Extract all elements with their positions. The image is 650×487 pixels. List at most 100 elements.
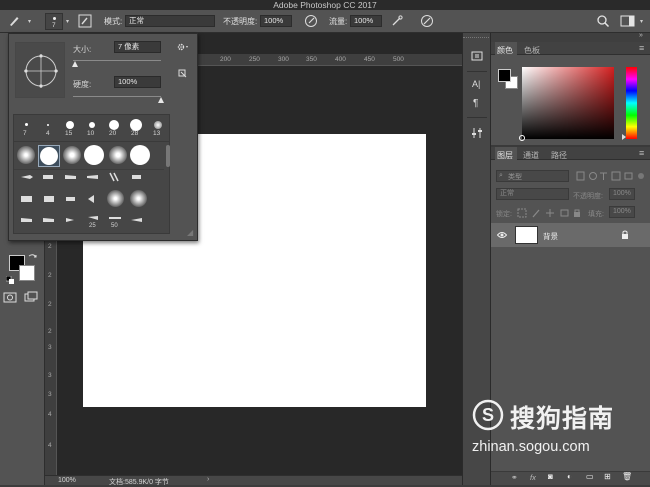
adjustments-icon[interactable] <box>471 127 483 139</box>
brush-preset-tile[interactable] <box>20 195 34 203</box>
hue-slider[interactable] <box>626 67 637 139</box>
new-preset-icon[interactable] <box>178 69 187 78</box>
airbrush-icon[interactable] <box>390 14 404 28</box>
brush-preset-tile[interactable]: 7 <box>16 117 36 139</box>
brush-preset-tile[interactable]: 20 <box>104 117 124 139</box>
quick-mask-icon[interactable] <box>3 292 17 303</box>
brush-preset-tile[interactable]: 13 <box>148 117 168 139</box>
brush-preset-tile[interactable] <box>20 216 34 224</box>
size-slider-thumb[interactable] <box>71 61 78 67</box>
ruler-tick-label: 3 <box>48 372 52 379</box>
brush-preset-tile[interactable]: 25 <box>86 214 102 234</box>
brush-preset-tile[interactable] <box>130 145 152 167</box>
workspace-icon[interactable] <box>620 14 638 28</box>
brush-tool-icon[interactable] <box>7 14 21 28</box>
adjustment-layer-icon[interactable]: ◐ <box>567 472 572 481</box>
brush-preset-tile[interactable] <box>84 145 106 167</box>
brush-panel-toggle-icon[interactable] <box>78 14 92 28</box>
brush-preset-tile[interactable] <box>64 195 78 203</box>
brush-preset-tile[interactable] <box>130 216 144 224</box>
color-picker-field[interactable] <box>522 67 614 139</box>
brush-preset-tile[interactable] <box>86 173 100 181</box>
document-info[interactable]: 文档:585.9K/0 字节 <box>109 477 169 487</box>
brush-preset-tile[interactable]: 4 <box>38 117 58 139</box>
screen-mode-icon[interactable] <box>24 291 38 303</box>
lock-icon <box>622 230 628 239</box>
tab-swatches[interactable]: 色板 <box>524 45 540 56</box>
trash-icon[interactable]: 🗑 <box>622 472 632 481</box>
pressure-opacity-icon[interactable] <box>304 14 318 28</box>
brush-preset-picker[interactable]: 7 <box>45 13 63 30</box>
tab-layers[interactable]: 图层 <box>497 150 513 161</box>
layer-style-icon[interactable]: fx <box>530 473 536 482</box>
mode-select[interactable]: 正常 <box>125 15 215 27</box>
brush-preset-tile[interactable] <box>64 216 78 224</box>
hardness-slider-thumb[interactable] <box>158 97 164 103</box>
tab-paths[interactable]: 路径 <box>551 150 567 161</box>
hardness-slider-track[interactable] <box>73 96 161 97</box>
collapse-panels-icon[interactable]: » <box>639 32 643 39</box>
brush-preset-tile[interactable] <box>106 189 126 209</box>
brush-preset-tile[interactable] <box>129 189 149 209</box>
add-mask-icon[interactable]: ◙ <box>548 472 553 481</box>
tab-channels[interactable]: 通道 <box>523 150 539 161</box>
brush-preset-tile[interactable] <box>108 145 128 167</box>
layer-row[interactable]: 背景 <box>491 223 650 247</box>
paragraph-icon[interactable]: ¶ <box>473 98 478 109</box>
brush-preset-tile[interactable] <box>130 173 144 181</box>
brush-angle-preview[interactable] <box>15 42 65 98</box>
brush-preset-tile[interactable]: 28 <box>126 117 146 139</box>
default-colors-icon[interactable] <box>6 276 14 284</box>
blend-mode-select[interactable]: 正常 <box>496 188 569 200</box>
brush-preset-tile[interactable] <box>86 193 100 205</box>
hardness-input[interactable]: 100% <box>114 76 161 88</box>
brush-preset-tile[interactable]: 10 <box>82 117 102 139</box>
zoom-level[interactable]: 100% <box>58 477 76 484</box>
chevron-down-icon[interactable]: ▾ <box>28 18 31 25</box>
fill-input[interactable]: 100% <box>609 206 635 218</box>
lock-options-icons[interactable] <box>517 208 581 218</box>
opacity-input[interactable]: 100% <box>260 15 292 27</box>
flow-input[interactable]: 100% <box>350 15 382 27</box>
brush-preset-tile[interactable] <box>64 173 78 181</box>
pressure-size-icon[interactable] <box>420 14 434 28</box>
tab-color[interactable]: 颜色 <box>497 45 513 56</box>
history-icon[interactable] <box>471 50 483 62</box>
brush-preset-tile[interactable]: 15 <box>60 117 80 139</box>
resize-grip-icon[interactable]: ◢ <box>187 228 193 237</box>
layer-filter-icons[interactable] <box>576 171 646 181</box>
layer-opacity-input[interactable]: 100% <box>609 188 635 200</box>
options-bar: ▾ 7 ▾ 模式: 正常 不透明度: 100% 流量: 100% ▾ <box>0 10 650 33</box>
panel-menu-icon[interactable]: ≡ <box>639 43 644 53</box>
search-icon[interactable] <box>596 14 610 28</box>
chevron-right-icon[interactable]: › <box>207 476 209 483</box>
background-color-swatch[interactable] <box>19 265 35 281</box>
size-input[interactable]: 7 像素 <box>114 41 161 53</box>
layer-filter-select[interactable]: ⌕ 类型 <box>496 170 569 182</box>
character-icon[interactable]: A| <box>472 79 480 89</box>
brush-preset-tile[interactable] <box>16 145 36 167</box>
chevron-down-icon[interactable]: ▾ <box>640 18 643 25</box>
new-layer-icon[interactable]: ⊞ <box>604 472 611 481</box>
brush-preset-tile[interactable] <box>62 145 82 167</box>
layer-filter-kind: 类型 <box>508 174 522 181</box>
new-group-icon[interactable]: ▭ <box>586 472 594 481</box>
brush-preset-tile-selected[interactable] <box>38 145 60 167</box>
swap-colors-icon[interactable] <box>28 253 37 262</box>
eye-icon[interactable] <box>497 231 507 239</box>
brush-preset-tile[interactable]: 50 <box>108 214 124 234</box>
size-slider-track[interactable] <box>73 60 161 61</box>
hue-slider-thumb[interactable] <box>622 134 626 140</box>
foreground-color-swatch[interactable] <box>498 69 511 82</box>
brush-preset-tile[interactable] <box>42 216 56 224</box>
layer-name[interactable]: 背景 <box>543 231 558 242</box>
gear-icon[interactable] <box>176 42 190 52</box>
panel-menu-icon[interactable]: ≡ <box>639 148 644 158</box>
brush-preset-tile[interactable] <box>42 173 56 181</box>
chevron-down-icon[interactable]: ▾ <box>66 18 69 25</box>
preset-grid-scrollbar[interactable] <box>166 145 170 167</box>
brush-preset-tile[interactable] <box>108 171 122 183</box>
brush-preset-tile[interactable] <box>42 195 56 203</box>
link-layers-icon[interactable]: ⚭ <box>511 473 518 482</box>
brush-preset-tile[interactable] <box>20 173 34 181</box>
